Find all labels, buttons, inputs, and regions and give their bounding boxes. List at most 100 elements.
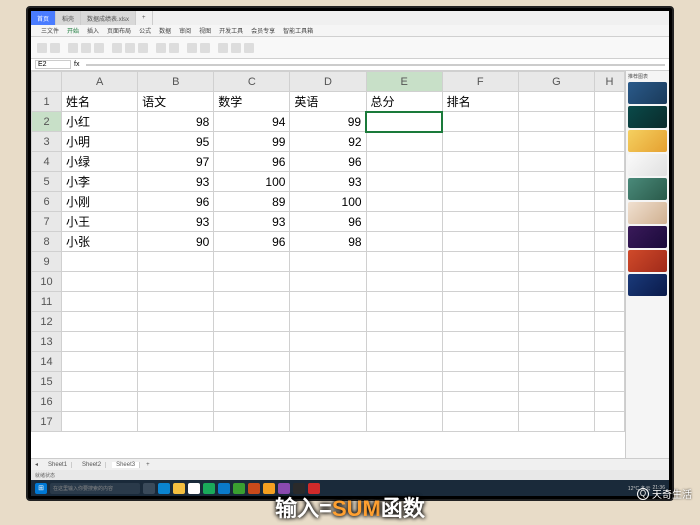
cell-D8[interactable]: 98	[290, 232, 366, 252]
cell-A6[interactable]: 小刚	[62, 192, 138, 212]
task-view-icon[interactable]	[143, 483, 155, 494]
cell-reference-box[interactable]: E2	[35, 60, 71, 69]
cell-F5[interactable]	[442, 172, 518, 192]
cell-F7[interactable]	[442, 212, 518, 232]
cell-E5[interactable]	[366, 172, 442, 192]
row-header-3[interactable]: 3	[32, 132, 62, 152]
menu-formula[interactable]: 公式	[139, 26, 151, 35]
cut-icon[interactable]	[50, 43, 60, 53]
cell-F8[interactable]	[442, 232, 518, 252]
app-icon-1[interactable]	[203, 483, 215, 494]
cell-F11[interactable]	[442, 292, 518, 312]
cell-D7[interactable]: 96	[290, 212, 366, 232]
col-header-A[interactable]: A	[62, 72, 138, 92]
app-icon-7[interactable]	[293, 483, 305, 494]
row-header-12[interactable]: 12	[32, 312, 62, 332]
cell-E17[interactable]	[366, 412, 442, 432]
cell-G8[interactable]	[518, 232, 594, 252]
row-header-1[interactable]: 1	[32, 92, 62, 112]
cell-A12[interactable]	[62, 312, 138, 332]
cell-C7[interactable]: 93	[214, 212, 290, 232]
cell-G17[interactable]	[518, 412, 594, 432]
sheet-tab-1[interactable]: Sheet1	[44, 462, 72, 468]
cell-C8[interactable]: 96	[214, 232, 290, 252]
col-header-D[interactable]: D	[290, 72, 366, 92]
cell-E12[interactable]	[366, 312, 442, 332]
cell-G1[interactable]	[518, 92, 594, 112]
row-header-13[interactable]: 13	[32, 332, 62, 352]
cell-E4[interactable]	[366, 152, 442, 172]
cell-B17[interactable]	[138, 412, 214, 432]
sheet-tab-3[interactable]: Sheet3	[112, 462, 140, 468]
cell-G11[interactable]	[518, 292, 594, 312]
row-header-8[interactable]: 8	[32, 232, 62, 252]
spreadsheet-grid[interactable]: A B C D E F G H 1姓名语文数学英语总分排名2小红9894993小…	[31, 71, 625, 432]
row-header-17[interactable]: 17	[32, 412, 62, 432]
cell-D5[interactable]: 93	[290, 172, 366, 192]
cell-H7[interactable]	[594, 212, 624, 232]
formula-input[interactable]	[86, 64, 665, 66]
cell-B9[interactable]	[138, 252, 214, 272]
cell-E10[interactable]	[366, 272, 442, 292]
menu-smart[interactable]: 智能工具箱	[283, 26, 313, 35]
cell-G10[interactable]	[518, 272, 594, 292]
col-header-H[interactable]: H	[594, 72, 624, 92]
store-icon[interactable]	[188, 483, 200, 494]
chart-thumb-1[interactable]	[628, 82, 667, 104]
merge-icon[interactable]	[156, 43, 166, 53]
app-icon-6[interactable]	[278, 483, 290, 494]
cell-H3[interactable]	[594, 132, 624, 152]
app-icon-8[interactable]	[308, 483, 320, 494]
cell-G5[interactable]	[518, 172, 594, 192]
cell-A10[interactable]	[62, 272, 138, 292]
cell-C4[interactable]: 96	[214, 152, 290, 172]
cell-C11[interactable]	[214, 292, 290, 312]
select-all-corner[interactable]	[32, 72, 62, 92]
cell-B11[interactable]	[138, 292, 214, 312]
edge-icon[interactable]	[158, 483, 170, 494]
cell-H8[interactable]	[594, 232, 624, 252]
cell-B13[interactable]	[138, 332, 214, 352]
row-header-5[interactable]: 5	[32, 172, 62, 192]
cell-C14[interactable]	[214, 352, 290, 372]
cell-G12[interactable]	[518, 312, 594, 332]
cell-C9[interactable]	[214, 252, 290, 272]
cell-D17[interactable]	[290, 412, 366, 432]
cell-H2[interactable]	[594, 112, 624, 132]
cell-E8[interactable]	[366, 232, 442, 252]
cell-G16[interactable]	[518, 392, 594, 412]
cell-B12[interactable]	[138, 312, 214, 332]
taskbar-search[interactable]: 在这里输入你要搜索的内容	[50, 483, 140, 494]
sheet-tab-2[interactable]: Sheet2	[78, 462, 106, 468]
italic-icon[interactable]	[81, 43, 91, 53]
cell-F16[interactable]	[442, 392, 518, 412]
cell-D13[interactable]	[290, 332, 366, 352]
chart-thumb-6[interactable]	[628, 202, 667, 224]
cell-F3[interactable]	[442, 132, 518, 152]
cell-D12[interactable]	[290, 312, 366, 332]
format-icon[interactable]	[187, 43, 197, 53]
col-header-E[interactable]: E	[366, 72, 442, 92]
cell-H1[interactable]	[594, 92, 624, 112]
cell-B1[interactable]: 语文	[138, 92, 214, 112]
cell-B16[interactable]	[138, 392, 214, 412]
cell-E2[interactable]	[366, 112, 442, 132]
col-header-G[interactable]: G	[518, 72, 594, 92]
cell-D16[interactable]	[290, 392, 366, 412]
cell-B6[interactable]: 96	[138, 192, 214, 212]
cell-F2[interactable]	[442, 112, 518, 132]
cell-H16[interactable]	[594, 392, 624, 412]
chart-thumb-3[interactable]	[628, 130, 667, 152]
cell-E9[interactable]	[366, 252, 442, 272]
cell-H15[interactable]	[594, 372, 624, 392]
cell-C5[interactable]: 100	[214, 172, 290, 192]
row-header-9[interactable]: 9	[32, 252, 62, 272]
row-header-4[interactable]: 4	[32, 152, 62, 172]
cell-A4[interactable]: 小绿	[62, 152, 138, 172]
cell-F14[interactable]	[442, 352, 518, 372]
tab-document[interactable]: 数据成绩表.xlsx	[81, 11, 136, 25]
col-header-F[interactable]: F	[442, 72, 518, 92]
cell-D11[interactable]	[290, 292, 366, 312]
cell-E3[interactable]	[366, 132, 442, 152]
align-center-icon[interactable]	[125, 43, 135, 53]
